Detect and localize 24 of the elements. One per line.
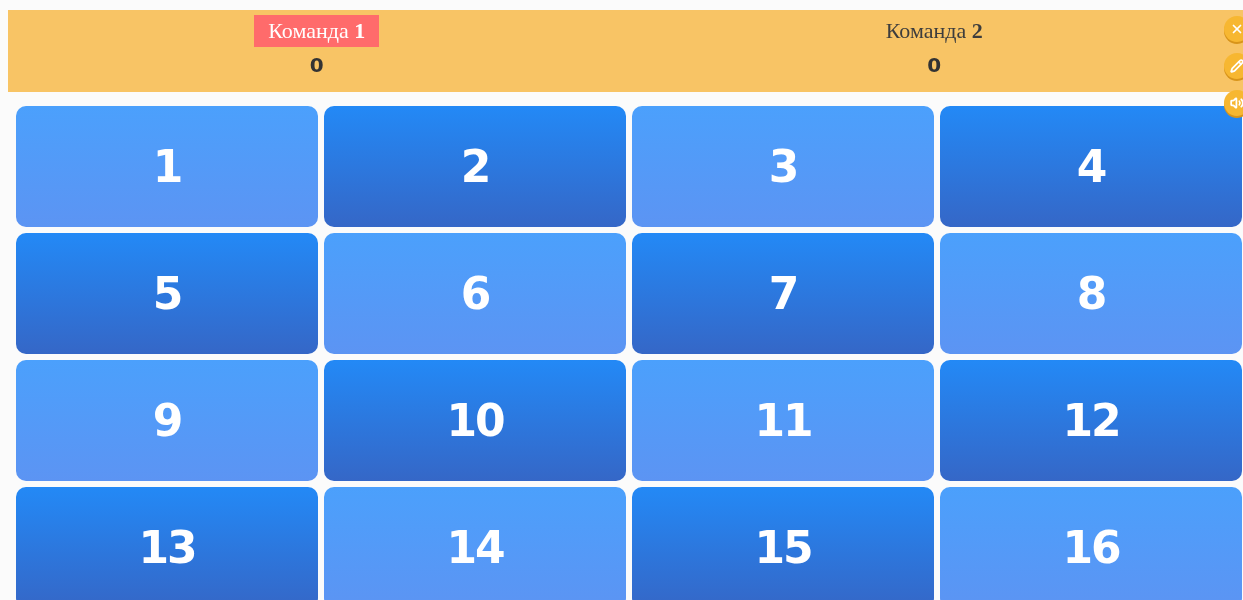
team-name[interactable]: Команда 2 [871, 15, 997, 47]
question-tile[interactable]: 16 [940, 487, 1242, 600]
question-tile[interactable]: 14 [324, 487, 626, 600]
question-tile[interactable]: 3 [632, 106, 934, 227]
question-tile[interactable]: 15 [632, 487, 934, 600]
question-tile[interactable]: 11 [632, 360, 934, 481]
question-tile[interactable]: 10 [324, 360, 626, 481]
sound-button[interactable] [1224, 90, 1243, 116]
question-tile[interactable]: 6 [324, 233, 626, 354]
question-tile[interactable]: 4 [940, 106, 1242, 227]
question-tile[interactable]: 1 [16, 106, 318, 227]
team-score: 0 [309, 53, 324, 77]
team-score: 0 [927, 53, 942, 77]
question-tile[interactable]: 5 [16, 233, 318, 354]
question-tile[interactable]: 2 [324, 106, 626, 227]
question-tile[interactable]: 8 [940, 233, 1242, 354]
speaker-icon [1230, 96, 1243, 110]
question-tile[interactable]: 13 [16, 487, 318, 600]
close-icon [1230, 22, 1243, 36]
question-tile[interactable]: 7 [632, 233, 934, 354]
question-tile[interactable]: 9 [16, 360, 318, 481]
team-name[interactable]: Команда 1 [254, 15, 380, 47]
pencil-icon [1230, 59, 1243, 73]
question-tile[interactable]: 12 [940, 360, 1242, 481]
